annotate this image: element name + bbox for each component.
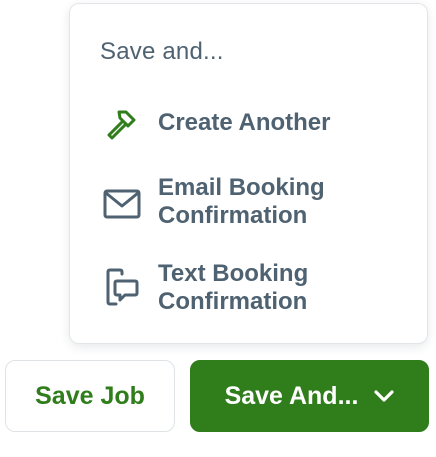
menu-item-text-booking-confirmation[interactable]: Text Booking Confirmation — [70, 258, 427, 318]
envelope-icon — [102, 184, 142, 224]
save-and-dropdown-menu: Save and... Create Another Email Booking… — [69, 3, 428, 344]
chevron-down-icon — [374, 389, 395, 403]
menu-item-email-booking-confirmation[interactable]: Email Booking Confirmation — [70, 172, 427, 232]
save-and-dropdown-button[interactable]: Save And... — [190, 360, 429, 432]
menu-header: Save and... — [100, 38, 224, 65]
menu-item-label: Create Another — [158, 109, 331, 136]
hammer-icon — [102, 104, 142, 144]
save-options-widget: Save and... Create Another Email Booking… — [0, 0, 436, 457]
phone-message-icon — [102, 268, 142, 308]
save-and-button-label: Save And... — [224, 381, 359, 410]
menu-item-label: Email Booking Confirmation — [158, 174, 325, 229]
save-job-button[interactable]: Save Job — [5, 360, 175, 432]
menu-item-label: Text Booking Confirmation — [158, 260, 309, 315]
menu-item-create-another[interactable]: Create Another — [70, 104, 427, 144]
